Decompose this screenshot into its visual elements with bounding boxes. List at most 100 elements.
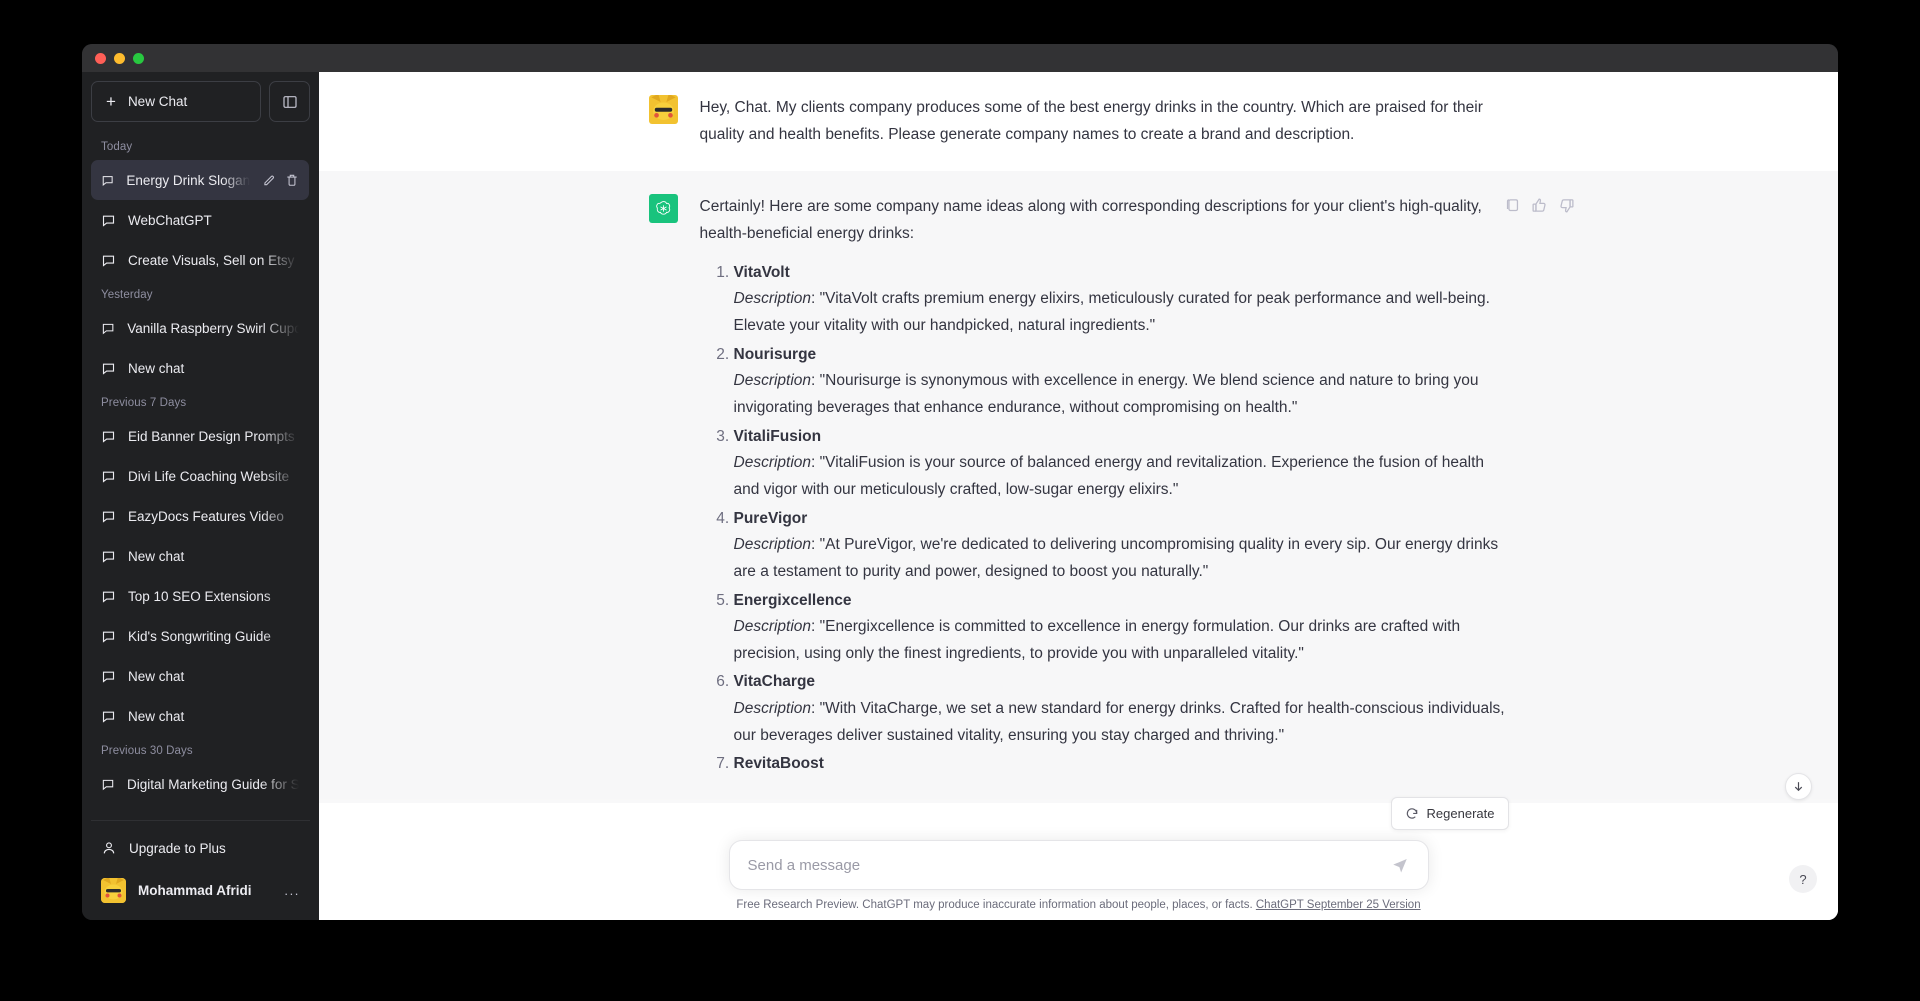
chat-bubble-icon xyxy=(102,779,114,790)
company-name: VitaliFusion xyxy=(733,427,822,445)
chat-bubble-icon xyxy=(102,215,115,227)
chat-item[interactable]: Kid's Songwriting Guide xyxy=(91,616,309,656)
thumbs-down-icon[interactable] xyxy=(1558,197,1575,214)
regenerate-button[interactable]: Regenerate xyxy=(1390,797,1509,830)
send-button[interactable] xyxy=(1387,852,1413,878)
upgrade-to-plus-button[interactable]: Upgrade to Plus xyxy=(91,827,310,869)
window-titlebar xyxy=(82,44,1838,72)
search-input[interactable] xyxy=(747,856,1387,874)
version-link[interactable]: ChatGPT September 25 Version xyxy=(1256,899,1421,911)
chat-item-title: Divi Life Coaching Website xyxy=(128,468,290,484)
chat-item[interactable]: Top 10 SEO Extensions xyxy=(91,576,309,616)
chat-group-label: Today xyxy=(101,141,133,153)
chat-history-list[interactable]: Today Energy Drink Slogan Id WebChatGPT Cre… xyxy=(91,132,310,820)
assistant-avatar xyxy=(648,194,678,224)
composer-area: Regenerate Free Research Preview. ChatGP… xyxy=(319,797,1838,920)
account-button[interactable]: Mohammad Afridi ... xyxy=(91,869,310,911)
window-maximize-button[interactable] xyxy=(133,52,144,64)
account-name: Mohammad Afridi xyxy=(138,882,252,898)
sidebar-collapse-button[interactable] xyxy=(269,81,310,122)
chat-bubble-icon xyxy=(102,431,115,443)
company-name-item: Energixcellence Description: "Energixcell… xyxy=(734,588,1509,668)
send-icon xyxy=(1392,859,1407,873)
chat-item[interactable]: Divi Life Coaching Website xyxy=(91,456,309,496)
chat-item-title: Energy Drink Slogan Id xyxy=(126,172,250,188)
description-text: : "Nourisurge is synonymous with excelle… xyxy=(733,372,1479,416)
trash-icon[interactable] xyxy=(285,173,299,187)
chat-bubble-icon xyxy=(102,175,113,186)
chat-group-label: Previous 30 Days xyxy=(101,745,193,757)
account-info: Mohammad Afridi xyxy=(101,877,252,903)
chat-item-actions xyxy=(262,173,299,187)
company-description: Description: "VitaVolt crafts premium en… xyxy=(734,286,1509,339)
chat-bubble-icon xyxy=(102,255,115,267)
chat-item[interactable]: WebChatGPT xyxy=(91,200,309,240)
scroll-to-bottom-button[interactable] xyxy=(1785,773,1812,800)
user-message-text: Hey, Chat. My clients company produces s… xyxy=(700,95,1509,148)
pikachu-avatar-icon xyxy=(648,95,678,124)
arrow-down-icon xyxy=(1794,782,1803,792)
chat-bubble-icon xyxy=(102,591,115,603)
message-input-box[interactable] xyxy=(728,840,1429,890)
chat-item[interactable]: New chat xyxy=(91,348,309,388)
chat-item-active[interactable]: Energy Drink Slogan Id xyxy=(91,160,309,200)
pikachu-avatar-icon xyxy=(101,877,126,903)
chat-item-title: Kid's Songwriting Guide xyxy=(128,628,271,644)
description-label: Description xyxy=(733,700,812,718)
account-menu-icon[interactable]: ... xyxy=(284,883,300,898)
chat-item-title: New chat xyxy=(128,668,185,684)
new-chat-label: New Chat xyxy=(127,94,188,109)
description-text: : "With VitaCharge, we set a new standar… xyxy=(733,700,1505,744)
chat-item[interactable]: New chat xyxy=(91,536,309,576)
new-chat-button[interactable]: + New Chat xyxy=(91,81,261,122)
app-window: + New Chat Today Energy Drink Slogan Id We… xyxy=(82,44,1838,920)
refresh-icon xyxy=(1406,807,1417,819)
chat-item[interactable]: Vanilla Raspberry Swirl Cupca xyxy=(91,308,309,348)
chat-group-label: Previous 7 Days xyxy=(101,397,187,409)
chat-group-label: Yesterday xyxy=(101,289,153,301)
description-text: : "VitaliFusion is your source of balanc… xyxy=(733,454,1485,498)
sidebar: + New Chat Today Energy Drink Slogan Id We… xyxy=(82,72,319,920)
footer-disclaimer: Free Research Preview. ChatGPT may produ… xyxy=(736,899,1420,911)
chat-item-title: WebChatGPT xyxy=(128,212,212,228)
chat-item-title: Eid Banner Design Prompts xyxy=(128,428,295,444)
thumbs-up-icon[interactable] xyxy=(1531,197,1548,214)
company-name-item: Nourisurge Description: "Nourisurge is sy… xyxy=(734,342,1509,422)
edit-icon[interactable] xyxy=(262,173,276,187)
sidebar-footer: Upgrade to Plus Mohammad Afridi ... xyxy=(91,820,310,920)
window-close-button[interactable] xyxy=(95,52,106,64)
help-button[interactable]: ? xyxy=(1789,865,1817,893)
chat-bubble-icon xyxy=(102,551,115,563)
description-text: : "VitaVolt crafts premium energy elixir… xyxy=(733,290,1490,334)
chat-item[interactable]: New chat xyxy=(91,656,309,696)
company-name: Nourisurge xyxy=(733,345,817,363)
footer-note-text: Free Research Preview. ChatGPT may produ… xyxy=(736,899,1253,911)
chat-item-title: Create Visuals, Sell on Etsy xyxy=(128,252,295,268)
avatar xyxy=(101,877,126,903)
chat-bubble-icon xyxy=(102,671,115,683)
sidebar-panel-icon xyxy=(282,95,297,108)
company-description: Description: "At PureVigor, we're dedica… xyxy=(734,532,1509,585)
company-name-item: RevitaBoost xyxy=(734,751,1509,778)
chat-bubble-icon xyxy=(102,711,115,723)
chat-item[interactable]: Create Visuals, Sell on Etsy xyxy=(91,240,309,280)
assistant-message-text: Certainly! Here are some company name id… xyxy=(700,194,1509,780)
main-content: Hey, Chat. My clients company produces s… xyxy=(319,72,1838,920)
company-name-item: VitaVolt Description: "VitaVolt crafts pr… xyxy=(734,260,1509,340)
company-name-item: PureVigor Description: "At PureVigor, we'… xyxy=(734,506,1509,586)
copy-icon[interactable] xyxy=(1504,197,1521,214)
chat-item[interactable]: Digital Marketing Guide for Stu xyxy=(91,764,309,804)
chat-bubble-icon xyxy=(102,511,115,523)
regenerate-label: Regenerate xyxy=(1426,806,1495,821)
chat-item[interactable]: Eid Banner Design Prompts xyxy=(91,416,309,456)
description-label: Description xyxy=(733,290,812,308)
description-label: Description xyxy=(733,372,812,390)
chat-item[interactable]: New chat xyxy=(91,696,309,736)
company-name-list: VitaVoltDescription: "VitaVolt crafts pr… xyxy=(700,260,1509,778)
company-description: Description: "With VitaCharge, we set a … xyxy=(734,696,1509,749)
plus-icon: + xyxy=(106,92,116,111)
company-name-item: VitaCharge Description: "With VitaCharge,… xyxy=(734,669,1509,749)
chat-item[interactable]: EazyDocs Features Video xyxy=(91,496,309,536)
description-label: Description xyxy=(733,618,812,636)
window-minimize-button[interactable] xyxy=(114,52,125,64)
